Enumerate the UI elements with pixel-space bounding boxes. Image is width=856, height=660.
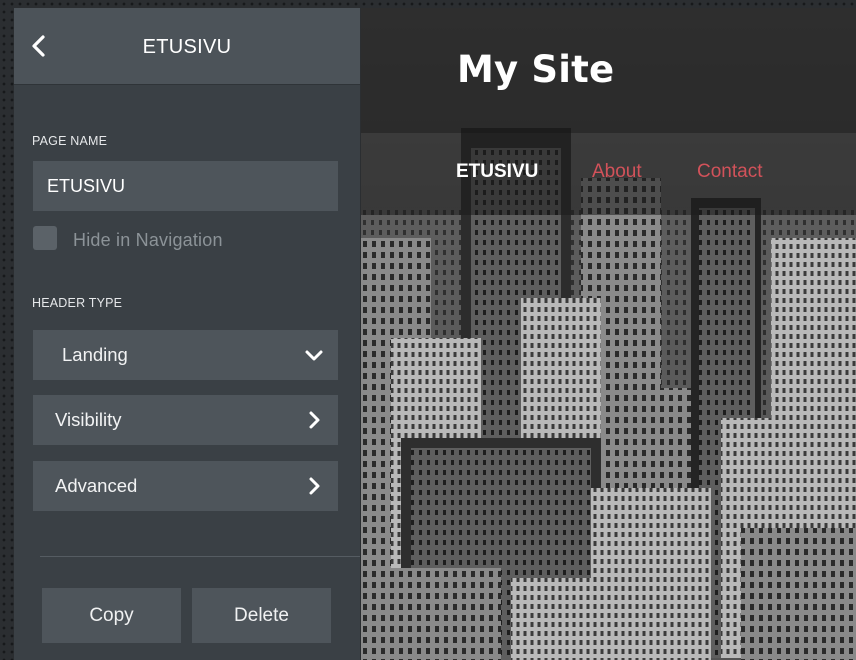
chevron-right-icon (302, 474, 326, 498)
nav-link-about[interactable]: About (592, 161, 642, 183)
delete-button[interactable]: Delete (192, 588, 331, 643)
hide-in-navigation-label: Hide in Navigation (73, 230, 223, 250)
visibility-row[interactable]: Visibility (33, 395, 338, 445)
panel-header: ETUSIVU (14, 8, 360, 85)
header-type-label: HEADER TYPE (32, 296, 123, 310)
advanced-row[interactable]: Advanced (33, 461, 338, 511)
site-title: My Site (457, 48, 615, 91)
chevron-down-icon (302, 343, 326, 367)
hide-in-navigation-checkbox[interactable] (33, 226, 57, 250)
nav-link-etusivu[interactable]: ETUSIVU (456, 161, 538, 183)
panel-title: ETUSIVU (142, 36, 232, 58)
site-preview: My Site ETUSIVU About Contact (361, 8, 856, 660)
page-name-input[interactable] (33, 161, 338, 211)
copy-button[interactable]: Copy (42, 588, 181, 643)
nav-link-contact[interactable]: Contact (697, 161, 762, 183)
page-name-label: PAGE NAME (32, 134, 108, 148)
divider (40, 556, 360, 557)
advanced-label: Advanced (55, 475, 138, 496)
header-type-value: Landing (62, 344, 128, 365)
page-settings-panel: ETUSIVU PAGE NAME Hide in Navigation HEA… (14, 8, 360, 660)
chevron-right-icon (302, 408, 326, 432)
chevron-left-icon[interactable] (28, 32, 52, 60)
visibility-label: Visibility (55, 409, 122, 430)
header-type-select[interactable]: Landing (33, 330, 338, 380)
